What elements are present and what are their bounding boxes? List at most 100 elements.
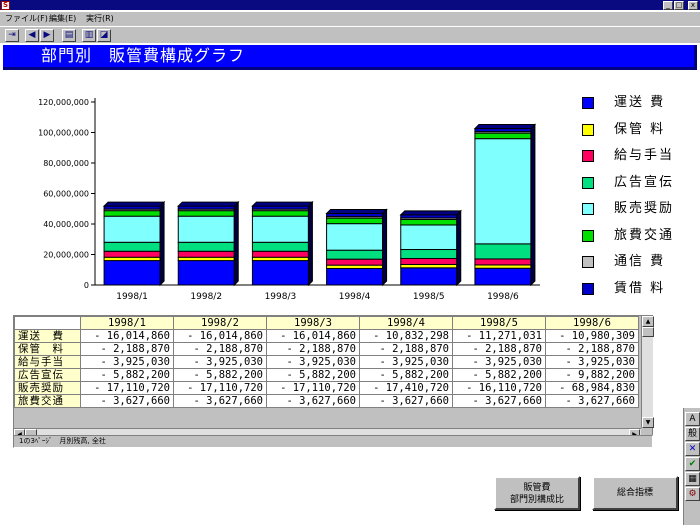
table-cell[interactable]: - 3,925,030 <box>173 355 267 369</box>
table-cell[interactable]: - 3,925,030 <box>80 355 174 369</box>
palette-kanji-icon[interactable]: 般 <box>685 427 700 441</box>
bar-segment <box>251 256 309 262</box>
table-cell[interactable]: - 2,188,870 <box>359 342 453 356</box>
table-cell[interactable]: - 2,188,870 <box>173 342 267 356</box>
column-header[interactable]: 1998/2 <box>173 316 267 330</box>
x-tick-label: 1998/2 <box>190 292 222 302</box>
bar-segment <box>177 250 235 258</box>
legend-label: 給与手当 <box>614 148 675 163</box>
table-cell[interactable]: - 16,110,720 <box>452 381 546 395</box>
arrow-right-icon[interactable]: ▶ <box>40 29 54 42</box>
table-cell[interactable]: - 3,925,030 <box>266 355 360 369</box>
column-header[interactable]: 1998/4 <box>359 316 453 330</box>
close-button[interactable]: x <box>688 1 698 10</box>
legend-swatch <box>582 123 594 136</box>
table-cell[interactable]: - 17,110,720 <box>266 381 360 395</box>
column-header[interactable]: 1998/3 <box>266 316 360 330</box>
bar-top <box>473 124 537 130</box>
table-cell[interactable]: - 17,110,720 <box>80 381 174 395</box>
bar-segment <box>326 217 384 225</box>
table-cell[interactable]: - 10,832,298 <box>359 329 453 343</box>
y-tick-label: 0 <box>84 281 89 290</box>
bar-top <box>177 201 240 207</box>
bar-segment <box>103 250 161 258</box>
table-cell[interactable]: - 3,925,030 <box>545 355 639 369</box>
row-header[interactable]: 旅費交通 <box>14 394 81 408</box>
table-cell[interactable]: - 5,882,200 <box>80 368 174 382</box>
table-cell[interactable]: - 5,882,200 <box>359 368 453 382</box>
vertical-scrollbar[interactable]: ▲ ▼ <box>641 316 654 428</box>
bar-segment <box>326 267 384 286</box>
table-icon[interactable]: ▤ <box>62 29 76 42</box>
chart-plot: 0 20,000,000 40,000,000 60,000,000 80,000,00… <box>38 98 540 302</box>
table-cell[interactable]: - 10,980,309 <box>545 329 639 343</box>
menu-bar: ファイル(F) 編集(E) 実行(R) <box>0 12 700 26</box>
table-cell[interactable]: - 5,882,200 <box>173 368 267 382</box>
row-header[interactable]: 広告宣伝 <box>14 368 81 382</box>
legend-item: 保管 料 <box>582 122 692 140</box>
column-header[interactable]: 1998/5 <box>452 316 546 330</box>
table-cell[interactable]: - 3,627,660 <box>359 394 453 408</box>
table-cell[interactable]: - 2,188,870 <box>266 342 360 356</box>
palette-a-icon[interactable]: A <box>685 412 700 426</box>
bar-segment <box>326 264 384 269</box>
column-header[interactable]: 1998/1 <box>80 316 174 330</box>
table-row: 広告宣伝 - 5,882,200- 5,882,200- 5,882,200- 5… <box>14 368 639 382</box>
bar-segment <box>474 267 532 286</box>
y-tick-label: 80,000,000 <box>43 159 89 168</box>
table-cell[interactable]: - 5,882,200 <box>266 368 360 382</box>
bar-side <box>382 208 388 287</box>
row-header[interactable]: 給与手当 <box>14 355 81 369</box>
menu-file[interactable]: ファイル(F) <box>5 12 48 26</box>
maximize-button[interactable]: □ <box>674 1 684 10</box>
x-tick-label: 1998/4 <box>339 292 371 302</box>
grid-corner <box>14 316 81 330</box>
palette-grid-icon[interactable]: ▦ <box>685 472 700 486</box>
palette-tool-icon[interactable]: ✕ <box>685 442 700 456</box>
row-header[interactable]: 運送 費 <box>14 329 81 343</box>
scroll-thumb[interactable] <box>642 327 654 337</box>
row-header[interactable]: 販売奨励 <box>14 381 81 395</box>
overall-index-button[interactable]: 総合指標 <box>592 476 678 510</box>
row-header[interactable]: 保管 料 <box>14 342 81 356</box>
table-cell[interactable]: - 16,014,860 <box>80 329 174 343</box>
header-title-box: 部門別 販管費構成グラフ <box>3 45 697 70</box>
palette-gear-icon[interactable]: ⚙ <box>685 487 700 501</box>
table-cell[interactable]: - 68,984,830 <box>545 381 639 395</box>
table-row: 販売奨励 - 17,110,720- 17,110,720- 17,110,720… <box>14 381 639 395</box>
menu-edit[interactable]: 編集(E) <box>49 12 76 26</box>
table-cell[interactable]: - 2,188,870 <box>452 342 546 356</box>
x-tick-label: 1998/3 <box>265 292 297 302</box>
table-cell[interactable]: - 3,627,660 <box>80 394 174 408</box>
table-cell[interactable]: - 17,410,720 <box>359 381 453 395</box>
table-cell[interactable]: - 3,925,030 <box>359 355 453 369</box>
scroll-down-icon[interactable]: ▼ <box>642 417 654 428</box>
palette-check-icon[interactable]: ✔ <box>685 457 700 471</box>
table-cell[interactable]: - 11,271,031 <box>452 329 546 343</box>
composition-ratio-button[interactable]: 販管費 部門別構成比 <box>494 476 580 510</box>
menu-run[interactable]: 実行(R) <box>86 12 114 26</box>
table-cell[interactable]: - 3,627,660 <box>173 394 267 408</box>
table-cell[interactable]: - 2,188,870 <box>545 342 639 356</box>
scroll-up-icon[interactable]: ▲ <box>642 316 654 327</box>
column-header[interactable]: 1998/6 <box>545 316 639 330</box>
table-cell[interactable]: - 16,014,860 <box>173 329 267 343</box>
table-cell[interactable]: - 9,882,200 <box>545 368 639 382</box>
table-cell[interactable]: - 2,188,870 <box>80 342 174 356</box>
table-cell[interactable]: - 16,014,860 <box>266 329 360 343</box>
table-cell[interactable]: - 5,882,200 <box>452 368 546 382</box>
table-cell[interactable]: - 3,627,660 <box>452 394 546 408</box>
y-tick-label: 60,000,000 <box>43 190 89 199</box>
exit-icon[interactable]: ⇥ <box>5 29 19 42</box>
minimize-button[interactable]: _ <box>663 1 673 10</box>
title-bar: S _ □ x <box>0 0 700 11</box>
bar-segment <box>251 241 309 252</box>
table-cell[interactable]: - 17,110,720 <box>173 381 267 395</box>
legend-label: 旅費交通 <box>614 227 675 243</box>
table-cell[interactable]: - 3,627,660 <box>266 394 360 408</box>
arrow-left-icon[interactable]: ◀ <box>25 29 39 42</box>
table-cell[interactable]: - 3,627,660 <box>545 394 639 408</box>
book-icon[interactable]: ▥ <box>82 29 96 42</box>
chart-icon[interactable]: ◪ <box>97 29 111 42</box>
table-cell[interactable]: - 3,925,030 <box>452 355 546 369</box>
